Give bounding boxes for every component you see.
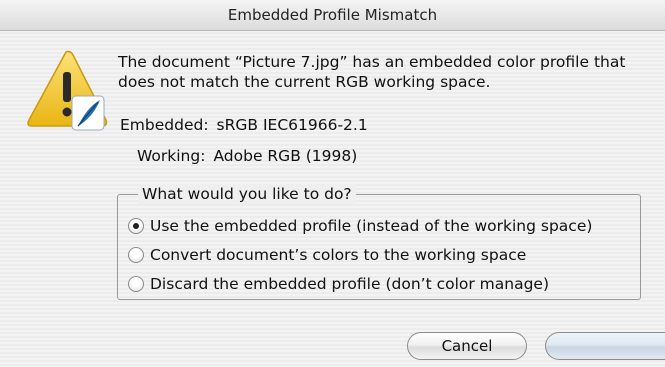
radio-button[interactable] — [128, 276, 144, 292]
radio-use-embedded[interactable]: Use the embedded profile (instead of the… — [128, 216, 592, 236]
embedded-profile-row: Embedded: sRGB IEC61966-2.1 — [120, 115, 368, 135]
radio-discard-profile[interactable]: Discard the embedded profile (don’t colo… — [128, 274, 549, 294]
radio-button-checked[interactable] — [128, 218, 144, 234]
warning-triangle-icon — [26, 48, 110, 132]
window-title: Embedded Profile Mismatch — [0, 0, 665, 31]
mismatch-message: The document “Picture 7.jpg” has an embe… — [118, 53, 626, 91]
action-options-group: What would you like to do? Use the embed… — [117, 184, 641, 300]
working-profile-row: Working: Adobe RGB (1998) — [137, 146, 357, 166]
working-label: Working: — [137, 147, 206, 165]
embedded-label: Embedded: — [120, 116, 209, 134]
radio-button[interactable] — [128, 247, 144, 263]
radio-label: Use the embedded profile (instead of the… — [150, 217, 593, 235]
working-value: Adobe RGB (1998) — [213, 147, 358, 165]
radio-label: Discard the embedded profile (don’t colo… — [150, 275, 550, 293]
feather-icon — [71, 95, 105, 131]
ok-button[interactable] — [545, 332, 665, 360]
radio-label: Convert document’s colors to the working… — [150, 246, 527, 264]
embedded-value: sRGB IEC61966-2.1 — [216, 116, 368, 134]
radio-convert-colors[interactable]: Convert document’s colors to the working… — [128, 245, 526, 265]
profile-mismatch-dialog: Embedded Profile Mismatch The document “… — [0, 0, 665, 367]
cancel-button[interactable]: Cancel — [407, 332, 527, 360]
options-legend: What would you like to do? — [138, 184, 356, 204]
